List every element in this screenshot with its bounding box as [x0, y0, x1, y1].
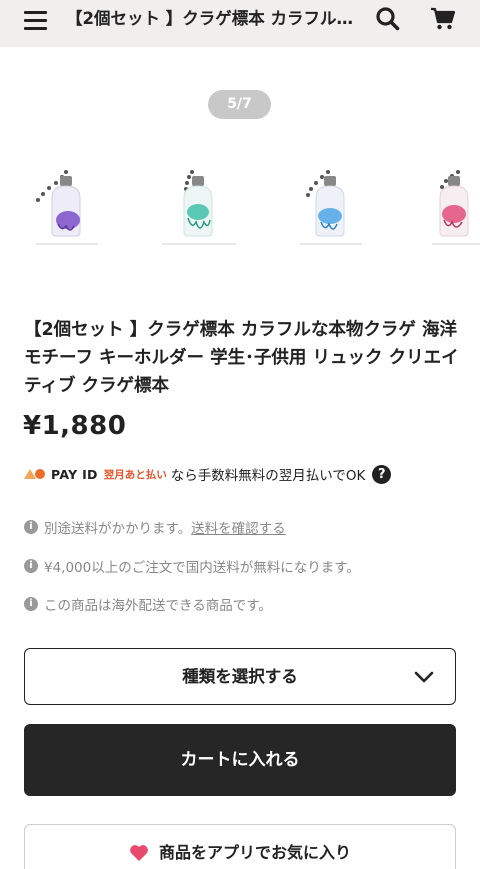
- cart-icon[interactable]: [430, 6, 456, 32]
- add-to-cart-button[interactable]: カートに入れる: [24, 724, 456, 796]
- free-shipping-text: ¥4,000以上のご注文で国内送料が無料になります。: [44, 560, 360, 576]
- shipping-fee-note: i 別途送料がかかります。 送料を確認する: [24, 517, 286, 537]
- info-icon: i: [24, 597, 38, 611]
- payid-mark-icon: [24, 469, 45, 479]
- hamburger-menu-icon[interactable]: [23, 8, 49, 34]
- free-shipping-note: i ¥4,000以上のご注文で国内送料が無料になります。: [24, 556, 360, 576]
- info-icon: i: [24, 520, 38, 534]
- top-header: 【2個セット 】クラゲ標本 カラフルな本物クラゲ 海洋モチーフ キーホルダー 学…: [0, 0, 480, 47]
- product-price: ¥1,880: [23, 411, 127, 441]
- thumbnail-pink-jellyfish[interactable]: [412, 164, 480, 250]
- product-title: 【2個セット 】クラゲ標本 カラフルな本物クラゲ 海洋モチーフ キーホルダー 学…: [24, 320, 459, 396]
- variant-select-label: 種類を選択する: [182, 667, 298, 686]
- header-title: 【2個セット 】クラゲ標本 カラフルな本物クラゲ 海洋モチーフ キーホルダー 学…: [66, 9, 366, 28]
- thumbnail-green-jellyfish[interactable]: [148, 164, 248, 250]
- overseas-shipping-note: i この商品は海外配送できる商品です。: [24, 594, 272, 614]
- info-icon: i: [24, 559, 38, 573]
- payid-later-payment-label: 翌月あと払い: [103, 468, 167, 481]
- shipping-fee-text: 別途送料がかかります。: [44, 521, 192, 537]
- chevron-down-icon: [414, 671, 434, 683]
- thumbnail-blue-jellyfish[interactable]: [280, 164, 380, 250]
- thumbnail-purple-jellyfish[interactable]: [16, 164, 116, 250]
- payid-description: なら手数料無料の翌月払いでOK: [170, 468, 366, 484]
- payid-logo-text: PAY ID: [51, 466, 98, 482]
- favorite-button-label: 商品をアプリでお気に入り: [158, 843, 351, 862]
- overseas-shipping-text: この商品は海外配送できる商品です。: [44, 598, 272, 614]
- payid-promo-row: PAY ID 翌月あと払い なら手数料無料の翌月払いでOK ?: [24, 462, 392, 486]
- variant-select-button[interactable]: 種類を選択する: [24, 648, 456, 705]
- check-shipping-link[interactable]: 送料を確認する: [191, 517, 286, 537]
- favorite-button-content: 商品をアプリでお気に入り: [129, 842, 351, 864]
- product-image-gallery[interactable]: [0, 150, 480, 260]
- payid-logo[interactable]: PAY ID: [24, 467, 98, 482]
- heart-icon: [130, 845, 148, 861]
- help-icon[interactable]: ?: [372, 464, 392, 484]
- image-pager: 5/7: [208, 90, 271, 119]
- add-to-favorites-button[interactable]: 商品をアプリでお気に入り: [24, 824, 456, 869]
- search-icon[interactable]: [375, 6, 401, 32]
